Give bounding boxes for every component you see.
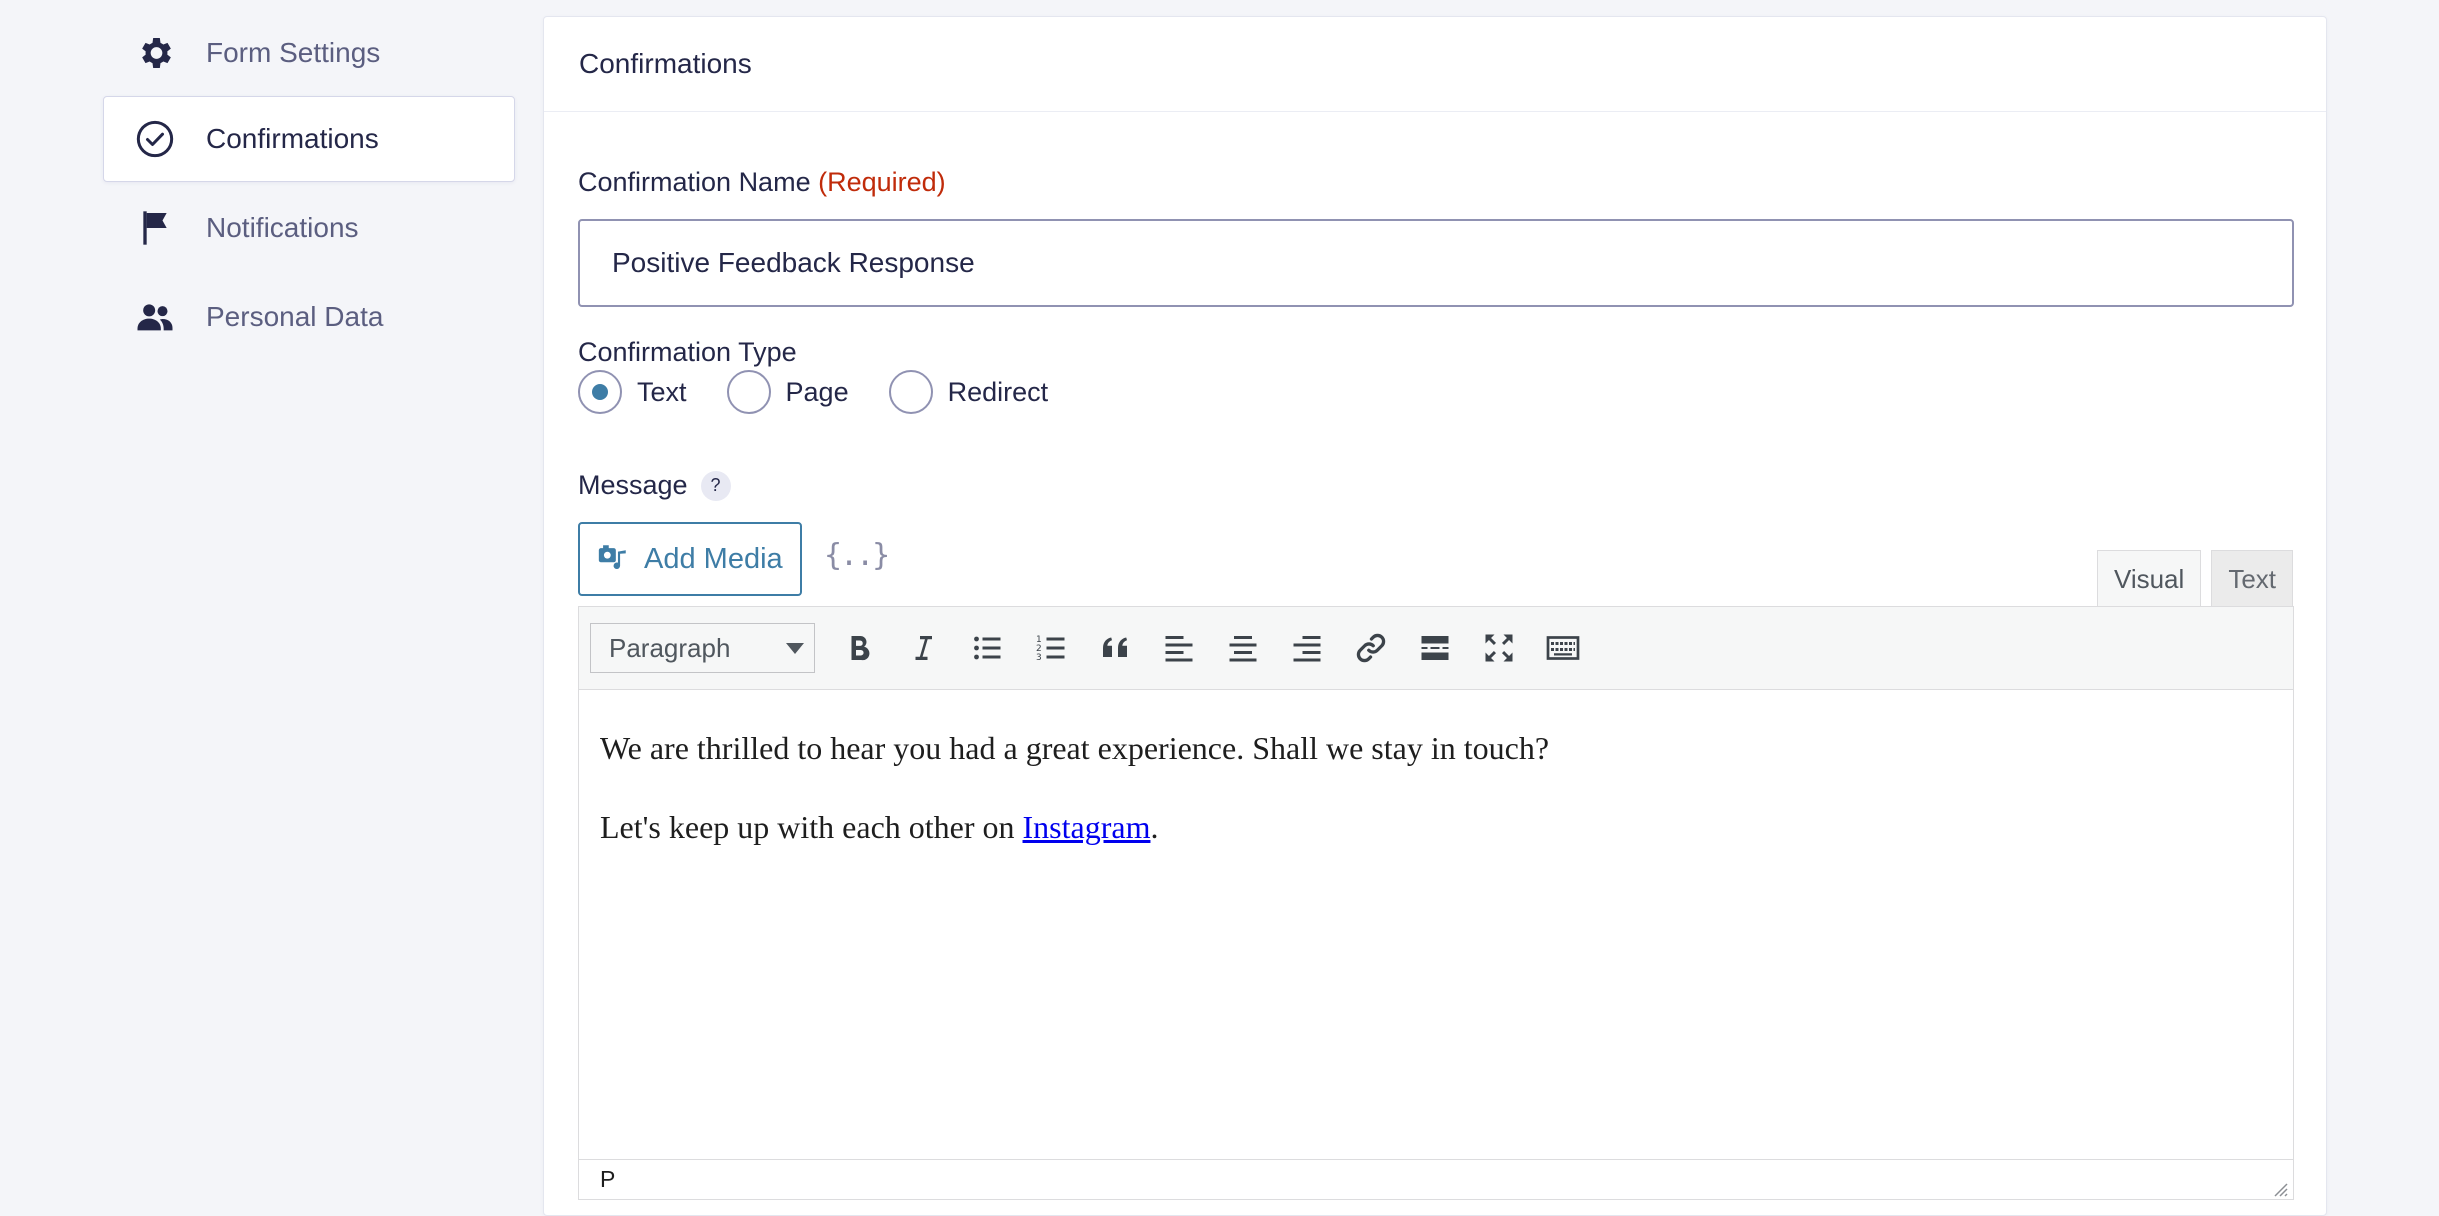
sidebar-item-confirmations[interactable]: Confirmations [103, 96, 515, 182]
confirmation-name-input[interactable] [578, 219, 2294, 307]
read-more-icon[interactable] [1405, 618, 1465, 678]
sidebar-item-label: Confirmations [206, 123, 379, 154]
message-paragraph: We are thrilled to hear you had a great … [600, 730, 1550, 766]
radio-label: Redirect [947, 376, 1049, 407]
confirmation-name-label: Confirmation Name (Required) [578, 167, 946, 198]
check-circle-icon [135, 119, 175, 159]
radio-button[interactable] [726, 370, 771, 414]
toolbar-toggle-icon[interactable] [1533, 618, 1593, 678]
sidebar-item-notifications[interactable]: Notifications [103, 185, 515, 271]
gear-icon [135, 33, 175, 73]
confirmation-type-label: Confirmation Type [578, 337, 797, 367]
italic-icon[interactable] [893, 618, 953, 678]
blockquote-icon[interactable] [1085, 618, 1145, 678]
align-left-icon[interactable] [1149, 618, 1209, 678]
media-icon [596, 541, 630, 578]
message-label: Message ? [578, 470, 731, 501]
radio-option-page[interactable]: Page [726, 370, 849, 414]
rich-text-editor: Paragraph 123 We are thrilled to hear yo… [578, 606, 2294, 1200]
message-paragraph: Let's keep up with each other on Instagr… [600, 805, 2272, 850]
tab-visual[interactable]: Visual [2096, 550, 2202, 607]
settings-sidebar: Form Settings Confirmations Notification… [103, 18, 515, 360]
numbered-list-icon[interactable]: 123 [1021, 618, 1081, 678]
format-dropdown[interactable]: Paragraph [590, 623, 815, 673]
align-right-icon[interactable] [1277, 618, 1337, 678]
radio-label: Text [637, 376, 687, 407]
format-dropdown-value: Paragraph [609, 632, 731, 663]
caret-down-icon [786, 642, 804, 654]
align-center-icon[interactable] [1213, 618, 1273, 678]
required-indicator: (Required) [818, 167, 946, 197]
instagram-link[interactable]: Instagram [1023, 809, 1151, 845]
svg-text:3: 3 [1036, 653, 1042, 663]
confirmation-panel: Confirmations Confirmation Name (Require… [543, 16, 2327, 1216]
help-icon[interactable]: ? [700, 470, 731, 501]
radio-option-text[interactable]: Text [578, 370, 687, 414]
flag-icon [135, 208, 175, 248]
add-media-button[interactable]: Add Media [578, 522, 802, 596]
users-icon [135, 297, 175, 337]
radio-button-checked[interactable] [578, 370, 622, 414]
bullet-list-icon[interactable] [957, 618, 1017, 678]
merge-tags-icon[interactable]: {..} [824, 538, 890, 573]
tab-text[interactable]: Text [2211, 550, 2293, 607]
confirmation-type-radio-group: Text Page Redirect [578, 370, 1088, 414]
sidebar-item-label: Form Settings [206, 37, 381, 68]
editor-toolbar: Paragraph 123 [579, 607, 2293, 690]
paragraph-text: . [1150, 808, 1159, 845]
panel-title: Confirmations [544, 17, 2326, 112]
radio-button[interactable] [888, 370, 933, 414]
add-media-label: Add Media [644, 542, 783, 575]
fullscreen-icon[interactable] [1469, 618, 1529, 678]
resize-handle-icon[interactable] [2271, 1177, 2289, 1197]
radio-option-redirect[interactable]: Redirect [888, 370, 1049, 414]
editor-content-area[interactable]: We are thrilled to hear you had a great … [579, 690, 2293, 850]
field-label-text: Message [578, 470, 688, 500]
field-label-text: Confirmation Name [578, 167, 811, 197]
sidebar-item-label: Notifications [206, 212, 359, 243]
editor-statusbar: P [579, 1159, 2293, 1199]
paragraph-text: Let's keep up with each other on [600, 808, 1023, 845]
element-path[interactable]: P [600, 1166, 615, 1193]
sidebar-item-personal-data[interactable]: Personal Data [103, 274, 515, 360]
sidebar-item-form-settings[interactable]: Form Settings [103, 10, 515, 96]
bold-icon[interactable] [829, 618, 889, 678]
radio-label: Page [785, 376, 849, 407]
link-icon[interactable] [1341, 618, 1401, 678]
sidebar-item-label: Personal Data [206, 301, 384, 332]
editor-mode-tabs: Visual Text [2087, 550, 2293, 607]
